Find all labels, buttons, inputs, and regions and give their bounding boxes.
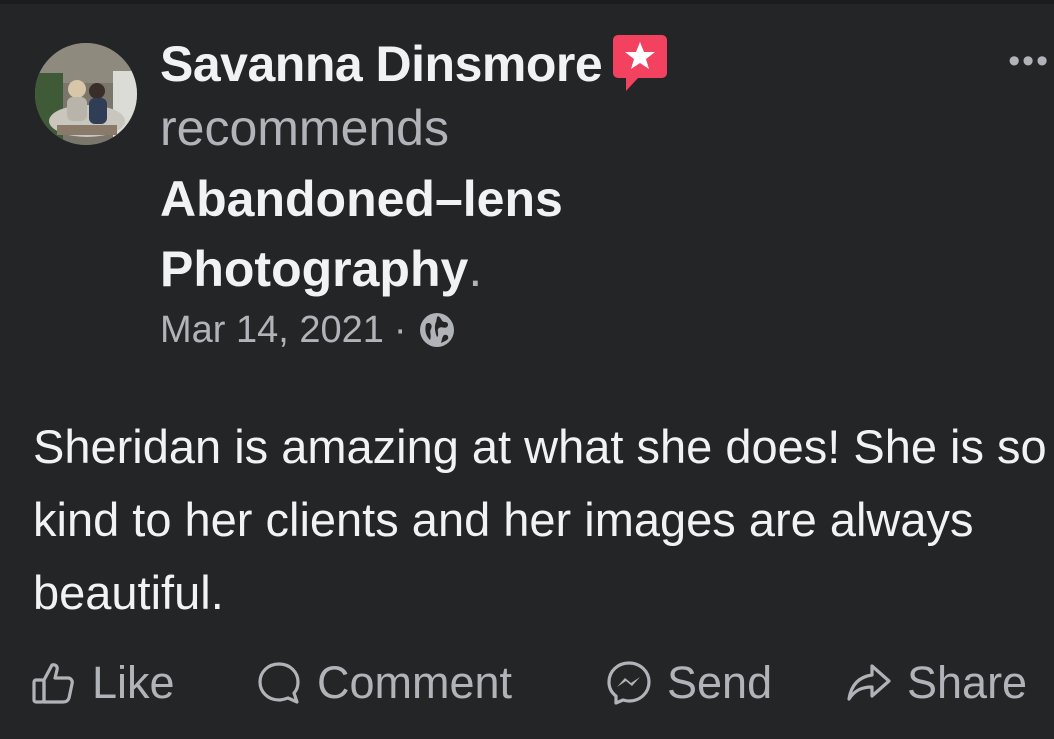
like-button[interactable]: Like — [30, 657, 255, 709]
send-button[interactable]: Send — [605, 657, 845, 709]
recommends-text: recommends — [160, 100, 449, 156]
share-label: Share — [907, 657, 1028, 708]
action-bar: Like Comment Send Share — [30, 650, 1054, 716]
more-options-icon[interactable]: ••• — [1008, 42, 1050, 81]
send-label: Send — [667, 657, 773, 708]
post-date[interactable]: Mar 14, 2021 — [160, 309, 384, 352]
page-name-link[interactable]: Abandoned–lens Photography — [160, 171, 563, 297]
avatar-photo — [35, 43, 137, 145]
like-label: Like — [92, 657, 175, 708]
page-name-line: Abandoned–lens Photography. — [160, 164, 720, 304]
post-header: Savanna Dinsmore recommends Abandoned–le… — [160, 30, 990, 360]
author-name[interactable]: Savanna Dinsmore — [160, 35, 603, 93]
share-button[interactable]: Share — [845, 657, 1027, 709]
author-line: Savanna Dinsmore — [160, 30, 990, 98]
post-text: Sheridan is amazing at what she does! Sh… — [33, 420, 1047, 619]
post-meta: Mar 14, 2021 · — [160, 300, 990, 360]
comment-label: Comment — [317, 657, 513, 708]
comment-button[interactable]: Comment — [255, 657, 605, 709]
star-speech-bubble-icon — [612, 33, 668, 95]
messenger-icon — [607, 661, 651, 705]
comment-bubble-icon — [258, 662, 300, 704]
avatar[interactable] — [35, 43, 137, 145]
top-divider — [0, 0, 1054, 4]
globe-icon[interactable] — [417, 310, 457, 350]
share-arrow-icon — [847, 664, 891, 701]
thumbs-up-icon — [32, 663, 74, 704]
page-name-period: . — [468, 241, 483, 297]
meta-separator: · — [393, 308, 407, 351]
